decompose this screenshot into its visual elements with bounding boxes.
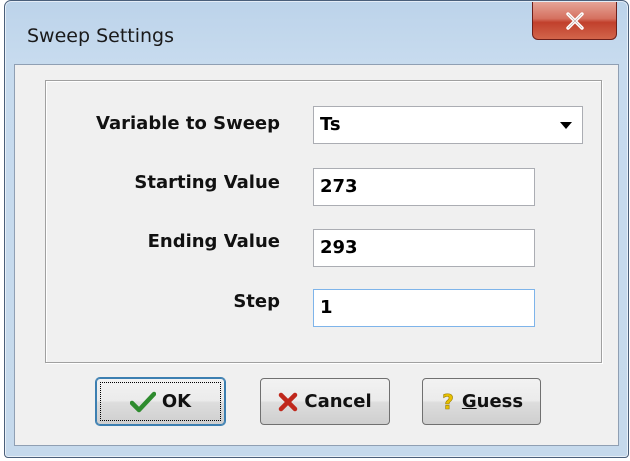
title-bar[interactable]: Sweep Settings: [5, 1, 628, 63]
cross-icon: [278, 392, 298, 412]
chevron-down-icon[interactable]: [560, 122, 572, 129]
guess-accelerator-letter: G: [461, 391, 477, 412]
ending-value-input[interactable]: 293: [313, 229, 535, 267]
starting-value-input[interactable]: 273: [313, 168, 535, 206]
starting-value-label: Starting Value: [134, 172, 280, 193]
guess-button[interactable]: ? Guess: [422, 378, 541, 425]
starting-value-text: 273: [320, 176, 358, 197]
variable-to-sweep-label: Variable to Sweep: [96, 113, 280, 134]
variable-to-sweep-combobox[interactable]: Ts: [313, 106, 583, 144]
svg-text:?: ?: [442, 391, 454, 413]
ok-button[interactable]: OK: [96, 378, 225, 425]
close-icon: [565, 11, 584, 30]
variable-to-sweep-value: Ts: [320, 114, 341, 135]
window-title: Sweep Settings: [27, 25, 175, 47]
guess-button-label: Guess: [462, 391, 523, 412]
ending-value-label: Ending Value: [147, 231, 280, 252]
cancel-button[interactable]: Cancel: [260, 378, 390, 425]
step-label: Step: [233, 291, 280, 312]
step-text: 1: [320, 297, 333, 318]
guess-label-rest: uess: [476, 391, 524, 412]
step-input[interactable]: 1: [313, 289, 535, 327]
focus-rectangle: [100, 382, 221, 421]
close-button[interactable]: [532, 2, 617, 40]
question-mark-icon: ?: [440, 391, 456, 413]
dialog-client-area: Variable to Sweep Ts Starting Value 273 …: [14, 64, 619, 446]
ok-button-label: OK: [161, 391, 192, 412]
checkmark-icon: [129, 391, 156, 413]
ending-value-text: 293: [320, 237, 358, 258]
sweep-settings-dialog: Sweep Settings Variable to Sweep Ts Star…: [4, 0, 629, 458]
cancel-button-label: Cancel: [304, 391, 372, 412]
